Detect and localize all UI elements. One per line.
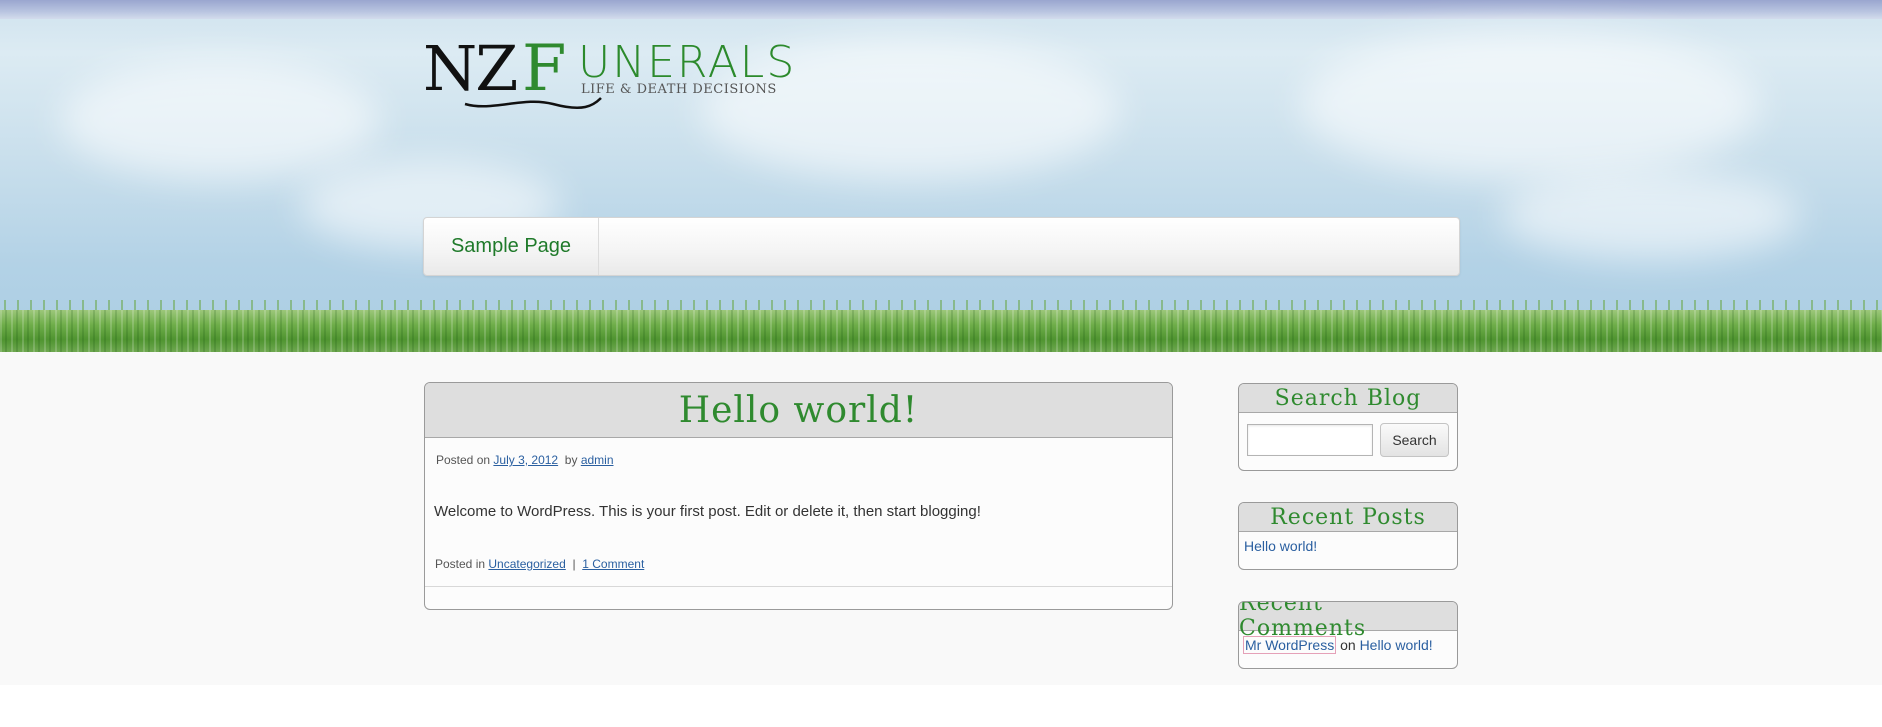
recent-posts-widget: Recent Posts Hello world!: [1238, 502, 1458, 570]
by-label: by: [564, 453, 578, 467]
search-widget-title: Search Blog: [1239, 384, 1457, 413]
top-strip: [0, 0, 1882, 19]
search-input[interactable]: [1247, 424, 1373, 456]
recent-comment-item: Mr WordPress on Hello world!: [1243, 636, 1433, 654]
post-title[interactable]: Hello world!: [425, 383, 1172, 438]
recent-comments-widget: Recent Comments Mr WordPress on Hello wo…: [1238, 601, 1458, 669]
post-content: Welcome to WordPress. This is your first…: [434, 503, 981, 520]
footer-separator: |: [572, 557, 576, 571]
post-date-link[interactable]: July 3, 2012: [493, 453, 558, 467]
comment-post-link[interactable]: Hello world!: [1360, 637, 1433, 653]
post-divider: [425, 586, 1172, 587]
grass-band: [0, 310, 1882, 352]
posted-in-label: Posted in: [435, 557, 486, 571]
recent-posts-title: Recent Posts: [1239, 503, 1457, 532]
site-header: NZ F UNERALS LIFE & DEATH DECISIONS Samp…: [0, 0, 1882, 352]
post-category-link[interactable]: Uncategorized: [488, 557, 565, 571]
comment-author-link[interactable]: Mr WordPress: [1243, 636, 1337, 654]
page-bottom: [0, 685, 1882, 727]
post-meta: Posted on July 3, 2012 by admin: [436, 453, 614, 467]
cloud-decoration: [1300, 30, 1760, 180]
post-comments-link[interactable]: 1 Comment: [582, 557, 644, 571]
blog-post: Hello world! Posted on July 3, 2012 by a…: [424, 382, 1173, 610]
post-footer: Posted in Uncategorized | 1 Comment: [435, 557, 644, 571]
posted-on-label: Posted on: [436, 453, 491, 467]
logo-unerals: UNERALS: [578, 37, 797, 88]
recent-post-link[interactable]: Hello world!: [1244, 538, 1317, 554]
post-author-link[interactable]: admin: [581, 453, 614, 467]
logo-swirl-icon: [464, 97, 602, 109]
logo-tagline: LIFE & DEATH DECISIONS: [581, 82, 777, 97]
recent-comments-title: Recent Comments: [1239, 602, 1457, 641]
search-button[interactable]: Search: [1380, 423, 1449, 457]
comment-on-label: on: [1340, 637, 1356, 653]
main-nav: Sample Page: [423, 217, 1460, 276]
cloud-decoration: [60, 60, 380, 180]
search-widget: Search Blog Search: [1238, 383, 1458, 471]
nav-item-sample-page[interactable]: Sample Page: [424, 218, 599, 275]
cloud-decoration: [1500, 170, 1800, 260]
